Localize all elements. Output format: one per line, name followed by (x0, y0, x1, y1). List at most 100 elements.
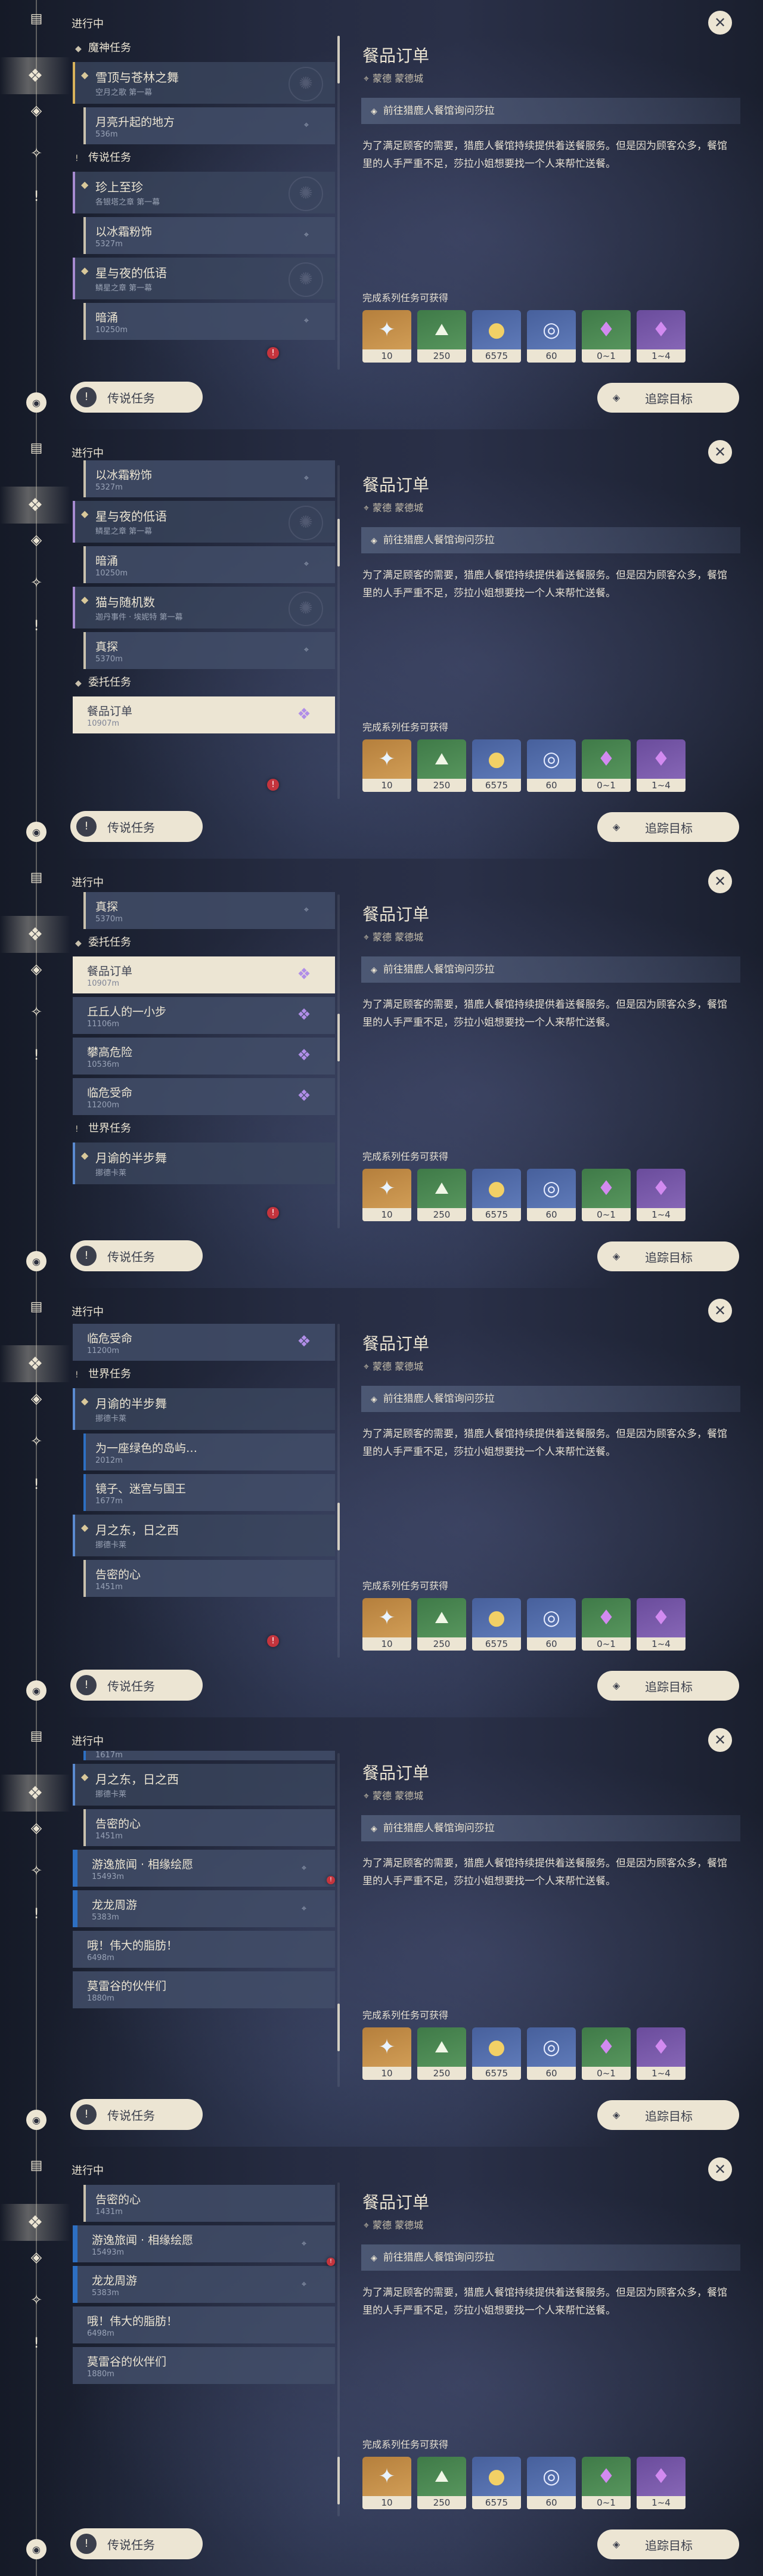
scroll-thumb[interactable] (337, 2004, 340, 2051)
close-button[interactable]: ✕ (708, 11, 732, 35)
quest-card[interactable]: ◆ 星与夜的低语 鳞星之章 第一幕 ✺ (73, 258, 335, 299)
reward-item[interactable]: ♦ 1~4 (637, 2457, 686, 2509)
map-pin-icon[interactable]: ⌖ (294, 2234, 314, 2253)
exclamation-icon[interactable]: ! (26, 615, 46, 636)
map-pin-icon[interactable]: ⌖ (302, 472, 311, 484)
reward-item[interactable]: ◎ 60 (527, 2027, 576, 2080)
all-quests-tab[interactable]: ❖ (0, 1345, 70, 1382)
reward-item[interactable]: ● 6575 (472, 2027, 521, 2080)
quest-step[interactable]: 告密的心 1451m (83, 1809, 335, 1846)
quest-entry[interactable]: 莫雷谷的伙伴们 1880m (73, 2347, 335, 2384)
quest-step[interactable]: 月亮升起的地方 536m ⌖ (83, 107, 335, 144)
quest-step[interactable]: 镜子、迷宫与国王 1677m (83, 1474, 335, 1511)
legend-quest-button[interactable]: ! 传说任务 (70, 1240, 203, 1271)
quest-card[interactable]: ◆ 月谕的半步舞 挪德卡莱 (73, 1143, 335, 1184)
scroll-thumb[interactable] (337, 519, 340, 566)
map-pin-icon[interactable]: ⌖ (302, 229, 311, 241)
track-objective-button[interactable]: ◈ 追踪目标 (597, 1241, 739, 1271)
star-icon[interactable]: ✧ (26, 572, 46, 593)
quest-card[interactable]: ◆ 月谕的半步舞 挪德卡莱 (73, 1388, 335, 1430)
quest-step[interactable]: 真探 5370m ⌖ (83, 892, 335, 929)
quest-scroll[interactable]: 1617m ◆ 月之东，日之西 挪德卡莱 告密的心 1451m 游逸旅闻 · 相… (70, 1751, 339, 2085)
track-objective-button[interactable]: ◈ 追踪目标 (597, 812, 739, 842)
commission-item-selected[interactable]: 餐品订单 10907m ❖ (73, 696, 335, 733)
scroll-thumb[interactable] (337, 1503, 340, 1550)
commission-item-selected[interactable]: 餐品订单 10907m ❖ (73, 956, 335, 993)
compass-icon[interactable]: ◈ (26, 1818, 46, 1838)
camera-icon[interactable]: ◉ (26, 1251, 46, 1271)
quest-card[interactable]: ◆ 猫与随机数 迦丹事件 · 埃妮特 第一幕 ✺ (73, 587, 335, 628)
reward-item[interactable]: ♦ 1~4 (637, 739, 686, 792)
compass-icon[interactable]: ◈ (26, 1388, 46, 1408)
commission-item[interactable]: 攀高危险 10536m ❖ (73, 1038, 335, 1075)
camera-icon[interactable]: ◉ (26, 1680, 46, 1701)
camera-icon[interactable]: ◉ (26, 392, 46, 413)
star-icon[interactable]: ✧ (26, 1431, 46, 1451)
close-button[interactable]: ✕ (708, 1299, 732, 1323)
reward-item[interactable]: ♦ 0~1 (582, 2027, 631, 2080)
reward-item[interactable]: ♦ 1~4 (637, 1169, 686, 1221)
star-icon[interactable]: ✧ (26, 1002, 46, 1022)
quest-entry[interactable]: 龙龙周游 5383m ⌖ (73, 1890, 335, 1927)
reward-item[interactable]: ✦ 10 (362, 310, 411, 363)
reward-item[interactable]: ♦ 0~1 (582, 739, 631, 792)
reward-item[interactable]: ✦ 10 (362, 1598, 411, 1651)
exclamation-icon[interactable]: ! (26, 1474, 46, 1494)
quest-entry[interactable]: 莫雷谷的伙伴们 1880m (73, 1971, 335, 2008)
quest-entry[interactable]: 龙龙周游 5383m ⌖ (73, 2266, 335, 2303)
quest-step[interactable]: 暗涌 10250m ⌖ (83, 303, 335, 340)
quest-step[interactable]: 暗涌 10250m ⌖ (83, 546, 335, 583)
scroll-track[interactable] (337, 1324, 340, 1658)
scroll-thumb[interactable] (337, 2457, 340, 2504)
quest-entry[interactable]: 游逸旅闻 · 相缘绘愿 15493m ⌖ (73, 2225, 335, 2262)
reward-item[interactable]: ✦ 10 (362, 1169, 411, 1221)
quest-card[interactable]: ◆ 星与夜的低语 鳞星之章 第一幕 ✺ (73, 501, 335, 543)
quest-step[interactable]: 真探 5370m ⌖ (83, 632, 335, 669)
exclamation-icon[interactable]: ! (26, 2333, 46, 2353)
star-icon[interactable]: ✧ (26, 1860, 46, 1881)
reward-item[interactable]: ♦ 1~4 (637, 1598, 686, 1651)
all-quests-tab[interactable]: ❖ (0, 1775, 70, 1812)
quest-card[interactable]: ◆ 雪顶与苍林之舞 空月之歌 第一幕 ✺ (73, 62, 335, 104)
reward-item[interactable]: ♦ 0~1 (582, 2457, 631, 2509)
quest-card[interactable]: ◆ 月之东，日之西 挪德卡莱 (73, 1515, 335, 1556)
quest-scroll[interactable]: 真探 5370m ⌖ ◆ 委托任务 餐品订单 10907m ❖ 丘丘人的一小步 1… (70, 892, 339, 1226)
quest-step[interactable]: 告密的心 1451m (83, 1560, 335, 1597)
legend-quest-button[interactable]: ! 传说任务 (70, 2099, 203, 2130)
all-quests-tab[interactable]: ❖ (0, 487, 70, 524)
legend-quest-button[interactable]: ! 传说任务 (70, 811, 203, 842)
book-icon[interactable]: ▤ (26, 438, 46, 458)
track-objective-button[interactable]: ◈ 追踪目标 (597, 383, 739, 413)
reward-item[interactable]: ● 6575 (472, 739, 521, 792)
star-icon[interactable]: ✧ (26, 2290, 46, 2310)
book-icon[interactable]: ▤ (26, 1726, 46, 1746)
close-button[interactable]: ✕ (708, 440, 732, 464)
reward-item[interactable]: ⛰ 250 (417, 310, 466, 363)
exclamation-icon[interactable]: ! (26, 1045, 46, 1065)
quest-card[interactable]: ◆ 月之东，日之西 挪德卡莱 (73, 1764, 335, 1806)
book-icon[interactable]: ▤ (26, 2155, 46, 2175)
close-button[interactable]: ✕ (708, 2157, 732, 2181)
reward-item[interactable]: ✦ 10 (362, 2457, 411, 2509)
book-icon[interactable]: ▤ (26, 8, 46, 29)
map-pin-icon[interactable]: ⌖ (302, 904, 311, 916)
reward-item[interactable]: ◎ 60 (527, 2457, 576, 2509)
quest-scroll[interactable]: 告密的心 1431m 游逸旅闻 · 相缘绘愿 15493m ⌖ 龙龙周游 538… (70, 2185, 339, 2519)
quest-scroll[interactable]: 临危受命 11200m ❖ ! 世界任务 ◆ 月谕的半步舞 挪德卡莱 为一座绿色的… (70, 1320, 339, 1654)
camera-icon[interactable]: ◉ (26, 2539, 46, 2559)
quest-entry[interactable]: 哦！伟大的脂肪！ 6498m (73, 2306, 335, 2343)
star-icon[interactable]: ✧ (26, 143, 46, 163)
quest-step[interactable]: 告密的心 1431m (83, 2185, 335, 2222)
track-objective-button[interactable]: ◈ 追踪目标 (597, 2529, 739, 2559)
all-quests-tab[interactable]: ❖ (0, 57, 70, 94)
reward-item[interactable]: ⛰ 250 (417, 2027, 466, 2080)
map-pin-icon[interactable]: ⌖ (302, 558, 311, 570)
reward-item[interactable]: ◎ 60 (527, 310, 576, 363)
book-icon[interactable]: ▤ (26, 867, 46, 887)
exclamation-icon[interactable]: ! (26, 1903, 46, 1924)
reward-item[interactable]: ● 6575 (472, 2457, 521, 2509)
scroll-track[interactable] (337, 465, 340, 799)
legend-quest-button[interactable]: ! 传说任务 (70, 382, 203, 413)
map-pin-icon[interactable]: ⌖ (294, 1858, 314, 1877)
camera-icon[interactable]: ◉ (26, 822, 46, 842)
